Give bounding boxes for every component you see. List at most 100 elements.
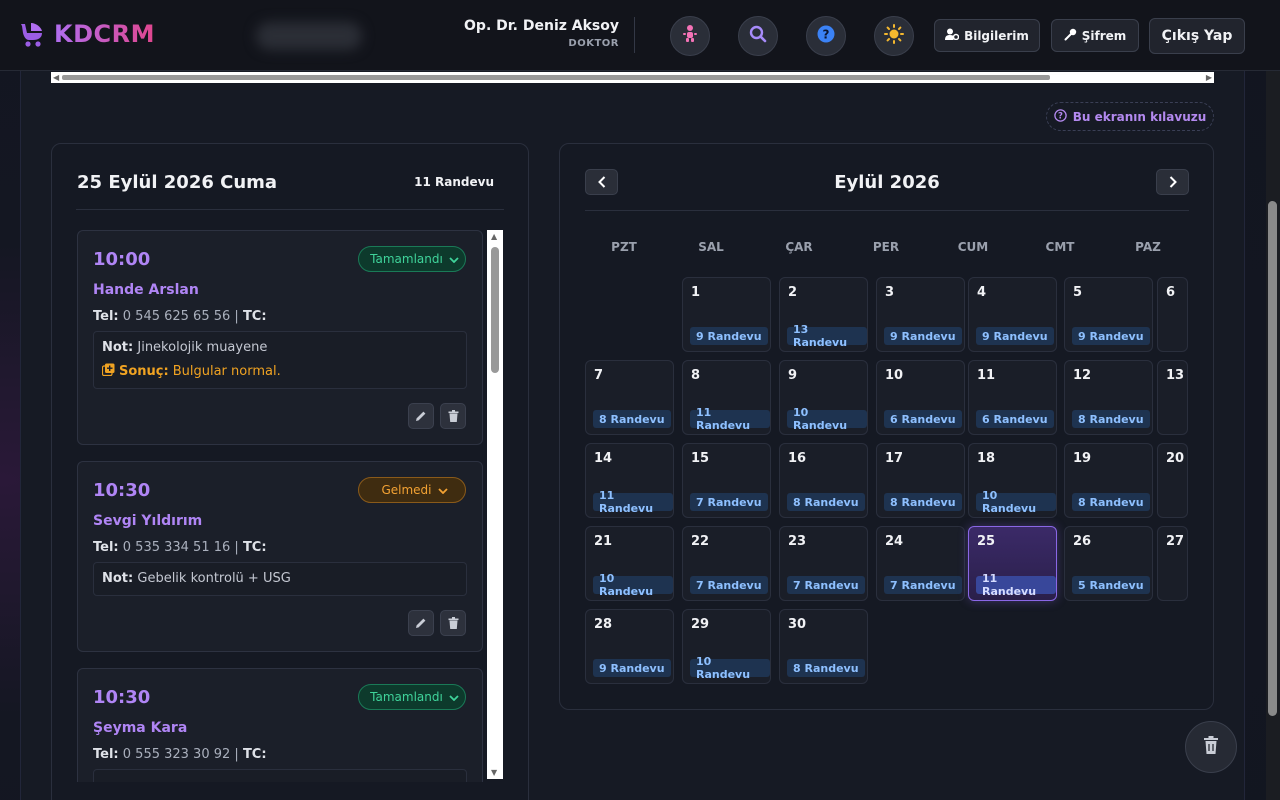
day-number: 17: [885, 451, 904, 466]
calendar-day-cell[interactable]: 13: [1157, 360, 1188, 435]
status-select[interactable]: Tamamlandı: [358, 246, 466, 272]
calendar-day-cell[interactable]: 19 8 Randevu: [1064, 443, 1153, 518]
calendar-day-cell[interactable]: 23 7 Randevu: [779, 526, 868, 601]
calendar-day-cell[interactable]: 28 9 Randevu: [585, 609, 674, 684]
day-number: 1: [691, 285, 701, 300]
user-role: DOKTOR: [568, 38, 619, 49]
delete-button[interactable]: [440, 610, 466, 636]
next-month-button[interactable]: [1156, 169, 1189, 195]
status-select[interactable]: Tamamlandı: [358, 684, 466, 710]
baby-button[interactable]: [670, 16, 710, 56]
calendar-day-cell[interactable]: 3 9 Randevu: [876, 277, 965, 352]
calendar-day-cell[interactable]: 18 10 Randevu: [968, 443, 1057, 518]
calendar-day-cell[interactable]: 8 11 Randevu: [682, 360, 771, 435]
page-scrollbar[interactable]: [1266, 71, 1280, 800]
calendar-day-cell[interactable]: 2 13 Randevu: [779, 277, 868, 352]
appointment-count-badge: 6 Randevu: [976, 410, 1054, 428]
note-box: [93, 769, 467, 782]
patient-name[interactable]: Hande Arslan: [93, 282, 199, 298]
patient-contact: Tel: 0 555 323 30 92 | TC:: [93, 747, 267, 762]
day-number: 10: [885, 368, 904, 383]
appointment-card[interactable]: 10:30 Tamamlandı Şeyma Kara Tel: 0 555 3…: [77, 668, 483, 782]
calendar-day-cell[interactable]: 24 7 Randevu: [876, 526, 965, 601]
calendar-day-cell[interactable]: 10 6 Randevu: [876, 360, 965, 435]
calendar-day-cell[interactable]: 16 8 Randevu: [779, 443, 868, 518]
appointment-card[interactable]: 10:30 Gelmedi Sevgi Yıldırım Tel: 0 535 …: [77, 461, 483, 652]
day-number: 26: [1073, 534, 1092, 549]
calendar-day-cell[interactable]: 15 7 Randevu: [682, 443, 771, 518]
appointment-count-badge: 7 Randevu: [787, 576, 865, 594]
scroll-up-icon[interactable]: ▲: [491, 232, 497, 241]
appointment-count-badge: 11 Randevu: [976, 572, 1056, 598]
horizontal-scrollbar[interactable]: ◀ ▶: [51, 72, 1214, 83]
calendar-day-cell[interactable]: 21 10 Randevu: [585, 526, 674, 601]
appointment-count-badge: 10 Randevu: [690, 655, 770, 681]
patient-name[interactable]: Şeyma Kara: [93, 720, 187, 736]
delete-button[interactable]: [440, 403, 466, 429]
calendar-day-cell[interactable]: 14 11 Randevu: [585, 443, 674, 518]
day-number: 23: [788, 534, 807, 549]
password-button[interactable]: Şifrem: [1051, 19, 1139, 52]
theme-toggle-button[interactable]: [874, 16, 914, 56]
calendar-day-cell[interactable]: 30 8 Randevu: [779, 609, 868, 684]
screen-guide-button[interactable]: ? Bu ekranın kılavuzu: [1046, 102, 1214, 131]
help-button[interactable]: ?: [806, 16, 846, 56]
weekday-header: ÇAR: [785, 240, 813, 254]
appointment-count-badge: 9 Randevu: [690, 327, 768, 345]
calendar-day-cell[interactable]: 26 5 Randevu: [1064, 526, 1153, 601]
calendar-day-cell[interactable]: 11 6 Randevu: [968, 360, 1057, 435]
day-appointments-panel: 25 Eylül 2026 Cuma 11 Randevu 10:00 Tama…: [51, 143, 529, 800]
logout-button[interactable]: Çıkış Yap: [1149, 18, 1245, 54]
calendar-day-cell[interactable]: 9 10 Randevu: [779, 360, 868, 435]
calendar-day-cell[interactable]: 17 8 Randevu: [876, 443, 965, 518]
trash-fab-button[interactable]: [1185, 721, 1237, 773]
day-title: 25 Eylül 2026 Cuma: [77, 172, 278, 193]
calendar-day-cell[interactable]: 27: [1157, 526, 1188, 601]
appointment-time: 10:30: [93, 480, 151, 501]
calendar-panel: Eylül 2026 PZT SAL ÇAR PER CUM CMT PAZ 1 9 Rande…: [559, 143, 1214, 710]
result-label: Sonuç:: [119, 364, 169, 379]
calendar-day-cell[interactable]: 7 8 Randevu: [585, 360, 674, 435]
user-cog-icon: [945, 28, 960, 43]
calendar-day-cell[interactable]: 20: [1157, 443, 1188, 518]
scroll-left-icon[interactable]: ◀: [53, 73, 59, 82]
appointment-count-badge: 10 Randevu: [787, 406, 867, 432]
page-scroll-thumb[interactable]: [1268, 201, 1277, 716]
tc-label: TC:: [242, 747, 267, 762]
appointment-list-scrollbar[interactable]: ▲ ▼: [487, 230, 503, 779]
result-text: Bulgular normal.: [172, 364, 281, 379]
calendar-day-cell[interactable]: 1 9 Randevu: [682, 277, 771, 352]
search-button[interactable]: [738, 16, 778, 56]
calendar-day-cell[interactable]: 4 9 Randevu: [968, 277, 1057, 352]
edit-button[interactable]: [408, 610, 434, 636]
appointment-count-badge: 7 Randevu: [690, 576, 768, 594]
scroll-thumb[interactable]: [491, 247, 499, 373]
calendar-day-cell[interactable]: 12 8 Randevu: [1064, 360, 1153, 435]
appointment-time: 10:30: [93, 687, 151, 708]
scroll-down-icon[interactable]: ▼: [491, 768, 497, 777]
appointment-count-badge: 8 Randevu: [787, 493, 865, 511]
appointment-count-badge: 8 Randevu: [593, 410, 671, 428]
day-number: 5: [1073, 285, 1083, 300]
brand[interactable]: KDCRM: [18, 20, 155, 48]
patient-name[interactable]: Sevgi Yıldırım: [93, 513, 202, 529]
my-info-button[interactable]: Bilgilerim: [934, 19, 1040, 52]
edit-button[interactable]: [408, 403, 434, 429]
help-circle-icon: ?: [1053, 108, 1067, 125]
calendar-day-cell[interactable]: 22 7 Randevu: [682, 526, 771, 601]
scroll-right-icon[interactable]: ▶: [1206, 73, 1212, 82]
calendar-day-cell[interactable]: 25 11 Randevu: [968, 526, 1057, 601]
note-label: Not:: [102, 340, 134, 355]
status-select[interactable]: Gelmedi: [358, 477, 466, 503]
weekday-header: CUM: [957, 240, 989, 254]
appointment-count-badge: 9 Randevu: [593, 659, 671, 677]
chevron-right-icon: [1169, 173, 1177, 192]
appointment-card[interactable]: 10:00 Tamamlandı Hande Arslan Tel: 0 545…: [77, 230, 483, 445]
appointment-time: 10:00: [93, 249, 151, 270]
calendar-day-cell[interactable]: 6: [1157, 277, 1188, 352]
day-number: 22: [691, 534, 710, 549]
question-icon: ?: [817, 25, 835, 47]
calendar-day-cell[interactable]: 29 10 Randevu: [682, 609, 771, 684]
calendar-day-cell[interactable]: 5 9 Randevu: [1064, 277, 1153, 352]
scroll-thumb[interactable]: [62, 75, 1050, 80]
